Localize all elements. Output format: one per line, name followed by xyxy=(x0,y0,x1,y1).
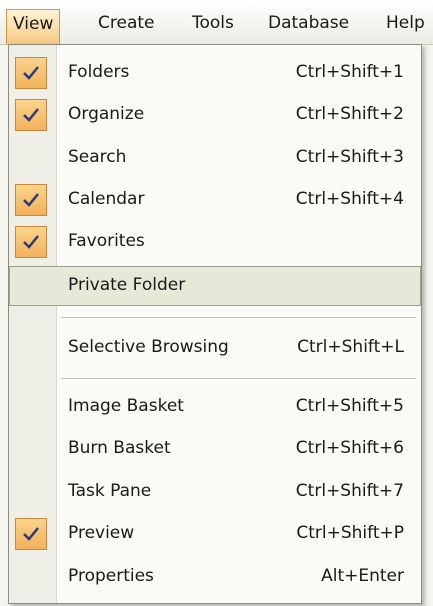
menu-item-selective-browsing[interactable]: Selective Browsing Ctrl+Shift+L xyxy=(9,328,421,368)
menu-item-search[interactable]: Search Ctrl+Shift+3 xyxy=(9,138,421,178)
menu-separator xyxy=(61,378,416,379)
menu-separator xyxy=(61,317,416,318)
menu-tools-label: Tools xyxy=(192,13,234,33)
menu-item-label: Selective Browsing xyxy=(68,337,229,357)
menu-item-shortcut: Ctrl+Shift+7 xyxy=(295,481,404,501)
menu-item-shortcut: Ctrl+Shift+3 xyxy=(295,147,404,167)
checkmark-icon xyxy=(15,184,47,216)
menu-item-preview[interactable]: Preview Ctrl+Shift+P xyxy=(9,514,421,554)
checkmark-icon xyxy=(15,57,47,89)
checkmark-icon xyxy=(15,518,47,550)
menu-item-shortcut: Ctrl+Shift+P xyxy=(296,523,404,543)
menu-item-label: Properties xyxy=(68,566,154,586)
menu-bar: View Create Tools Database Help xyxy=(0,0,433,45)
menu-item-shortcut: Ctrl+Shift+4 xyxy=(295,189,404,209)
menu-item-label: Search xyxy=(68,147,127,167)
menu-item-label: Organize xyxy=(68,104,145,124)
menu-item-organize[interactable]: Organize Ctrl+Shift+2 xyxy=(9,95,421,135)
view-menu-dropdown: Folders Ctrl+Shift+1 Organize Ctrl+Shift… xyxy=(8,44,422,604)
menu-database-label: Database xyxy=(268,13,350,33)
menu-view[interactable]: View xyxy=(6,9,61,45)
menu-item-label: Image Basket xyxy=(68,396,184,416)
menu-item-burn-basket[interactable]: Burn Basket Ctrl+Shift+6 xyxy=(9,429,421,469)
checkmark-icon xyxy=(15,99,47,131)
menu-item-label: Calendar xyxy=(68,189,145,209)
menu-item-label: Private Folder xyxy=(68,275,186,295)
menu-item-shortcut: Ctrl+Shift+2 xyxy=(295,104,404,124)
menu-item-label: Preview xyxy=(68,523,135,543)
menu-item-image-basket[interactable]: Image Basket Ctrl+Shift+5 xyxy=(9,387,421,427)
menu-item-label: Burn Basket xyxy=(68,438,171,458)
menu-item-calendar[interactable]: Calendar Ctrl+Shift+4 xyxy=(9,180,421,220)
menu-item-properties[interactable]: Properties Alt+Enter xyxy=(9,557,421,597)
menu-create-label: Create xyxy=(98,13,155,33)
menu-item-shortcut: Alt+Enter xyxy=(321,566,404,586)
menu-help-label: Help xyxy=(386,13,425,33)
menu-item-shortcut: Ctrl+Shift+5 xyxy=(295,396,404,416)
menu-item-folders[interactable]: Folders Ctrl+Shift+1 xyxy=(9,53,421,93)
menu-help[interactable]: Help xyxy=(380,9,431,39)
menu-item-task-pane[interactable]: Task Pane Ctrl+Shift+7 xyxy=(9,472,421,512)
menu-item-shortcut: Ctrl+Shift+L xyxy=(297,337,404,357)
menu-item-shortcut: Ctrl+Shift+6 xyxy=(295,438,404,458)
menu-item-label: Folders xyxy=(68,62,130,82)
menu-item-label: Favorites xyxy=(68,231,145,251)
menu-item-favorites[interactable]: Favorites xyxy=(9,222,421,262)
menu-tools[interactable]: Tools xyxy=(186,9,240,39)
menu-view-label: View xyxy=(13,14,54,34)
menu-item-shortcut: Ctrl+Shift+1 xyxy=(295,62,404,82)
menu-database[interactable]: Database xyxy=(262,9,355,39)
menu-create[interactable]: Create xyxy=(92,9,161,39)
menu-item-private-folder[interactable]: Private Folder xyxy=(9,266,421,306)
menu-item-label: Task Pane xyxy=(68,481,152,501)
checkmark-icon xyxy=(15,226,47,258)
